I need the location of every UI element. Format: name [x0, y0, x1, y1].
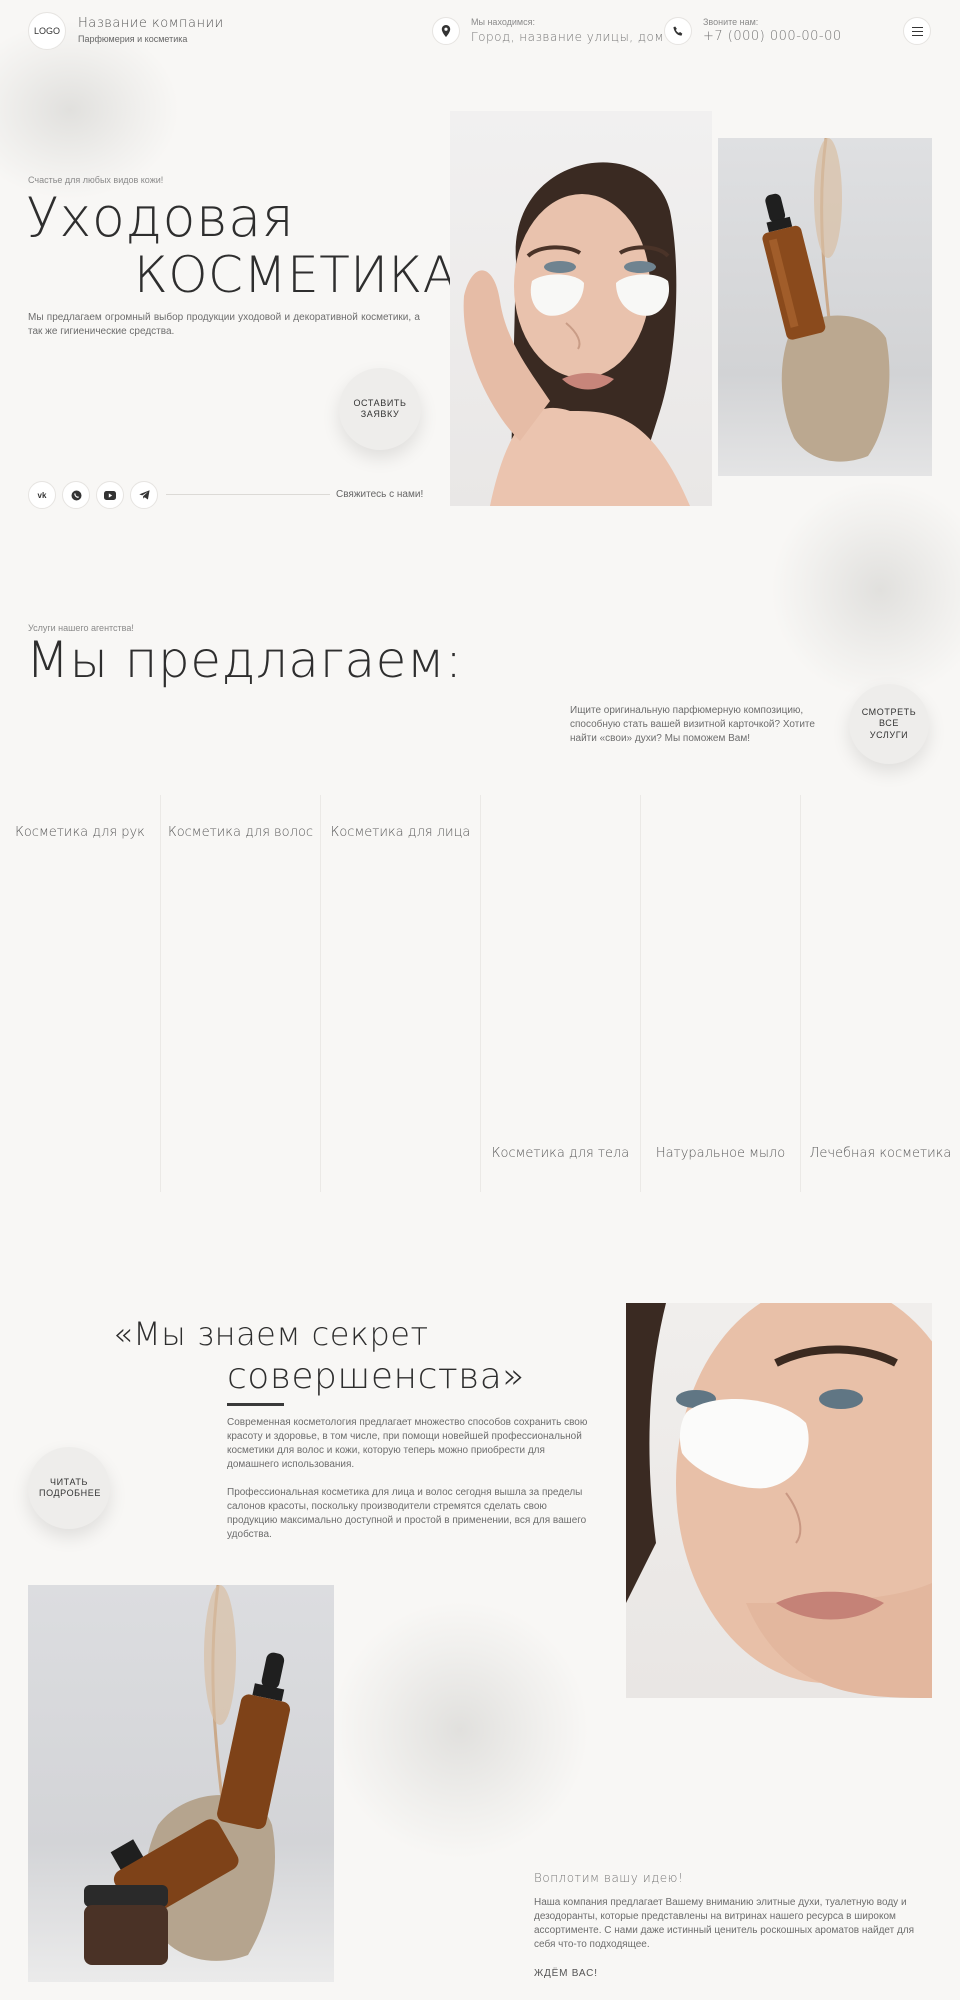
company-name: Название компании: [78, 16, 224, 31]
quote-line1: «Мы знаем секрет: [113, 1315, 429, 1353]
services-description: Ищите оригинальную парфюмерную композици…: [570, 705, 815, 744]
about-paragraph-2: Профессиональная косметика для лица и во…: [227, 1487, 587, 1540]
hero-face-photo: [450, 111, 712, 506]
category-column-face[interactable]: Косметика для лица: [320, 795, 480, 1192]
phone-label: Звоните нам:: [703, 17, 759, 27]
telegram-icon[interactable]: [130, 481, 158, 509]
logo[interactable]: LOGO: [28, 12, 66, 50]
quote-line2: совершенства»: [227, 1356, 525, 1397]
about-face-photo: [626, 1303, 932, 1698]
location-label: Мы находимся:: [471, 17, 535, 27]
contact-us-text[interactable]: Свяжитесь с нами!: [336, 489, 423, 500]
youtube-icon[interactable]: [96, 481, 124, 509]
category-label: Косметика для тела: [491, 1146, 630, 1161]
read-more-label: ЧИТАТЬ ПОДРОБНЕЕ: [39, 1476, 101, 1498]
closing-text: ЖДЁМ ВАС!: [534, 1968, 598, 1979]
phone-value[interactable]: +7 (000) 000-00-00: [703, 29, 842, 44]
whatsapp-icon[interactable]: [62, 481, 90, 509]
hero-title-line1: Уходовая: [26, 186, 295, 249]
leaf-shadow-decoration: [330, 1600, 590, 1860]
category-column-body[interactable]: Косметика для тела: [480, 795, 640, 1192]
header: LOGO Название компании Парфюмерия и косм…: [0, 0, 960, 62]
category-column-medical[interactable]: Лечебная косметика: [800, 795, 960, 1192]
category-label: Натуральное мыло: [655, 1146, 786, 1161]
menu-icon[interactable]: [903, 17, 931, 45]
category-label: Косметика для волос: [167, 825, 314, 840]
category-label: Косметика для рук: [15, 825, 145, 840]
company-subtitle: Парфюмерия и косметика: [78, 34, 188, 44]
vk-icon[interactable]: vk: [28, 481, 56, 509]
hero-description: Мы предлагаем огромный выбор продукции у…: [28, 312, 420, 337]
category-column-soap[interactable]: Натуральное мыло: [640, 795, 800, 1192]
quote-underline: [227, 1403, 284, 1406]
leaf-shadow-decoration: [770, 480, 960, 700]
location-pin-icon: [432, 17, 460, 45]
view-all-services-button[interactable]: СМОТРЕТЬ ВСЕ УСЛУГИ: [849, 684, 929, 764]
idea-text: Наша компания предлагает Вашему вниманию…: [534, 1897, 915, 1950]
idea-heading: Воплотим вашу идею!: [534, 1871, 684, 1885]
view-all-services-label: СМОТРЕТЬ ВСЕ УСЛУГИ: [861, 707, 917, 740]
hero-tagline: Счастье для любых видов кожи!: [28, 175, 164, 185]
contact-divider-line: [166, 494, 330, 495]
read-more-button[interactable]: ЧИТАТЬ ПОДРОБНЕЕ: [28, 1447, 110, 1529]
category-column-hair[interactable]: Косметика для волос: [160, 795, 320, 1192]
services-title: Мы предлагаем:: [26, 631, 463, 689]
about-paragraph-1: Современная косметология предлагает множ…: [227, 1417, 588, 1470]
category-label: Косметика для лица: [330, 825, 471, 840]
category-label: Лечебная косметика: [809, 1146, 952, 1161]
leave-request-button[interactable]: ОСТАВИТЬ ЗАЯВКУ: [339, 368, 421, 450]
hero-title-line2: КОСМЕТИКА: [134, 246, 458, 304]
hero-serum-photo: [718, 138, 932, 476]
leave-request-label: ОСТАВИТЬ ЗАЯВКУ: [353, 397, 407, 419]
logo-text: LOGO: [33, 26, 60, 36]
category-column-hands[interactable]: Косметика для рук: [0, 795, 160, 1192]
about-products-photo: [28, 1585, 334, 1982]
location-value: Город, название улицы, дом: [471, 30, 664, 44]
phone-icon: [664, 17, 692, 45]
